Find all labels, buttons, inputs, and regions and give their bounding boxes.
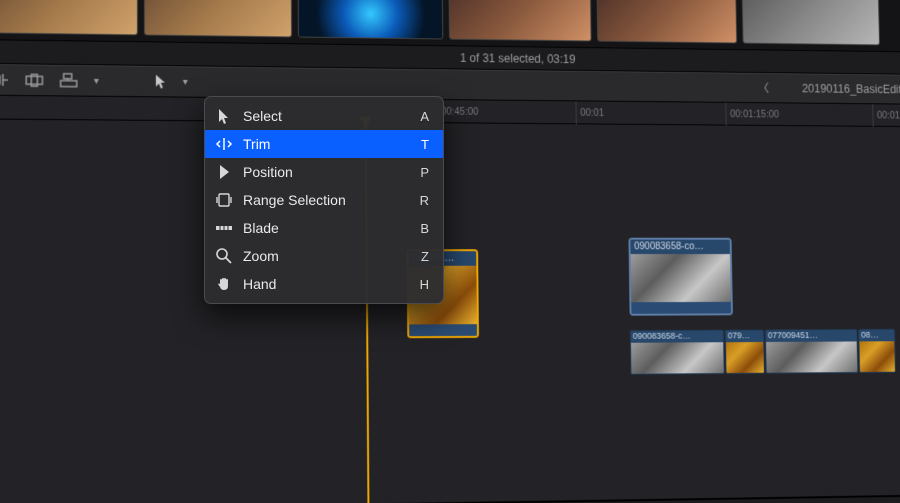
zoom-icon: [215, 247, 233, 265]
clip-audio-lane: [409, 324, 477, 336]
trim-icon: [215, 135, 233, 153]
chevron-down-icon[interactable]: ▾: [183, 77, 188, 88]
menu-item-shortcut: A: [420, 109, 429, 124]
editor-window: 1 of 31 selected, 03:19 ▾ ▾ 〈 20190116_B…: [0, 0, 900, 503]
menu-item-position[interactable]: Position P: [205, 158, 443, 186]
menu-item-label: Position: [243, 164, 410, 180]
menu-item-shortcut: R: [420, 193, 429, 208]
menu-item-shortcut: P: [420, 165, 429, 180]
menu-item-label: Range Selection: [243, 192, 410, 208]
menu-item-trim[interactable]: Trim T: [205, 130, 443, 158]
clip-label: 090083658-co…: [630, 240, 730, 254]
menu-item-shortcut: Z: [421, 249, 429, 264]
range-selection-icon: [215, 191, 233, 209]
connect-icon[interactable]: [60, 73, 78, 89]
tool-selector-menu[interactable]: Select A Trim T Position P Range Selection R Bla…: [204, 96, 444, 304]
browser-thumb[interactable]: [298, 0, 444, 39]
hand-icon: [215, 275, 233, 293]
menu-item-blade[interactable]: Blade B: [205, 214, 443, 242]
blade-icon: [215, 219, 233, 237]
menu-item-select[interactable]: Select A: [205, 102, 443, 130]
cursor-icon: [155, 74, 167, 90]
menu-item-zoom[interactable]: Zoom Z: [205, 242, 443, 270]
menu-item-shortcut: H: [420, 277, 429, 292]
connected-clip-mini[interactable]: 077009451…: [765, 329, 858, 374]
menu-item-label: Blade: [243, 220, 410, 236]
timeline-area[interactable]: 088101… 090083658-co… 090083658-c… 079… …: [0, 119, 900, 503]
browser-thumb[interactable]: [596, 0, 737, 43]
menu-item-shortcut: T: [421, 137, 429, 152]
position-icon: [215, 163, 233, 181]
menu-item-label: Zoom: [243, 248, 411, 264]
chevron-down-icon[interactable]: ▾: [94, 76, 99, 87]
ruler-tick: 00:01:15:00: [725, 103, 779, 126]
clip-thumbnail: [631, 254, 731, 302]
browser-thumb[interactable]: [448, 0, 591, 41]
connected-clip-mini[interactable]: 08…: [858, 329, 896, 373]
menu-item-label: Select: [243, 108, 410, 124]
selection-status-text: 1 of 31 selected, 03:19: [460, 51, 576, 66]
timeline-history-back-icon[interactable]: 〈: [758, 80, 769, 96]
browser-thumb[interactable]: [0, 0, 138, 35]
ruler-tick: 00:01: [575, 101, 604, 124]
browser-thumb[interactable]: [144, 0, 292, 37]
browser-thumb[interactable]: [742, 0, 880, 45]
connected-clip-row: 090083658-c… 079… 077009451… 08…: [630, 329, 896, 375]
menu-item-label: Trim: [243, 136, 411, 152]
clip-audio-lane: [631, 302, 731, 314]
menu-item-hand[interactable]: Hand H: [205, 270, 443, 298]
ruler-tick: 00:01:30:00: [872, 104, 900, 127]
project-name[interactable]: 20190116_BasicEditingFCPX: [802, 82, 900, 97]
select-icon: [215, 107, 233, 125]
append-icon[interactable]: [0, 72, 9, 88]
connected-clip[interactable]: 090083658-co…: [628, 238, 733, 316]
edit-mode-buttons: ▾: [0, 72, 99, 89]
menu-item-label: Hand: [243, 276, 410, 292]
menu-item-range-selection[interactable]: Range Selection R: [205, 186, 443, 214]
menu-item-shortcut: B: [420, 221, 429, 236]
overwrite-icon[interactable]: [25, 72, 43, 88]
connected-clip-mini[interactable]: 079…: [725, 330, 765, 374]
connected-clip-mini[interactable]: 090083658-c…: [630, 330, 725, 375]
tool-selector[interactable]: ▾: [155, 74, 188, 90]
